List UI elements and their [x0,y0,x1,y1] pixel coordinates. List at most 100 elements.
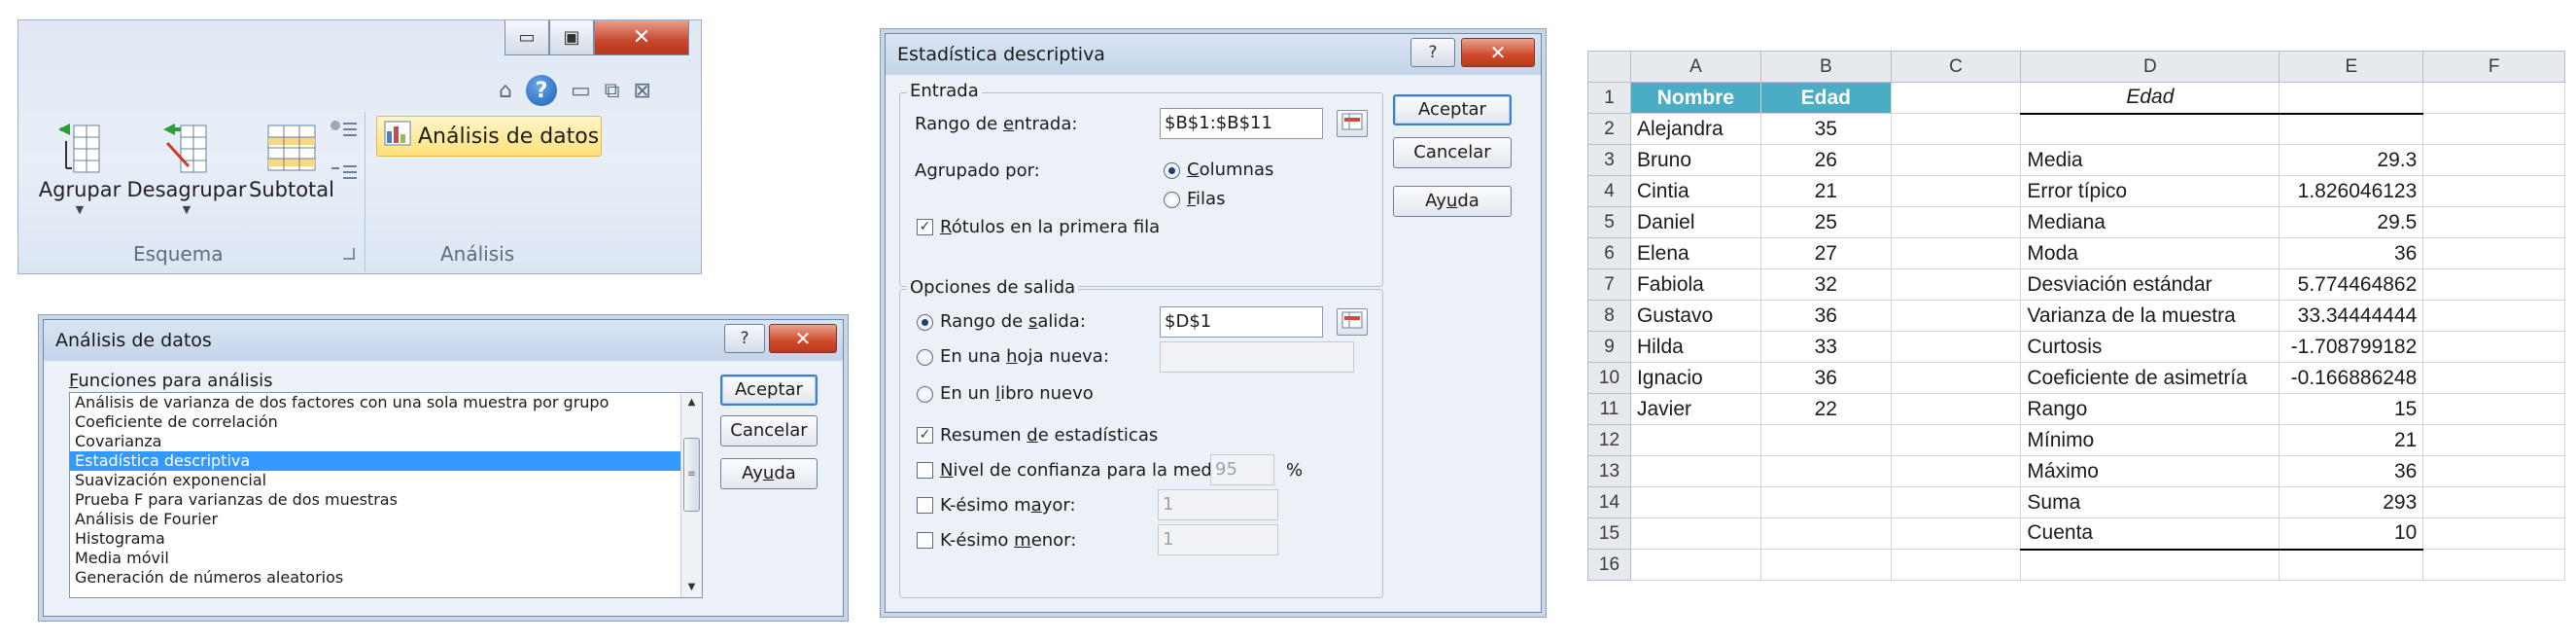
row-header[interactable]: 4 [1587,175,1631,207]
column-header-c[interactable]: C [1890,51,2022,83]
cell-a-name[interactable]: Gustavo [1629,300,1761,332]
rango-salida-radio[interactable] [917,314,933,331]
cell-e-stat-value[interactable]: 15 [2279,393,2424,425]
cell-f[interactable] [2422,300,2565,332]
cell-c[interactable] [1890,393,2022,425]
cell-b-age[interactable] [1759,517,1892,550]
cell-e-stat-value[interactable]: 5.774464862 [2279,268,2424,301]
cell-d-stat-label[interactable] [2020,549,2280,581]
row-header[interactable]: 7 [1587,268,1631,301]
cell-d-stat-label[interactable]: Curtosis [2020,331,2280,363]
cell-f[interactable] [2422,362,2565,394]
aceptar-button[interactable]: Aceptar [720,374,818,406]
cell-e-stat-value[interactable]: 1.826046123 [2279,175,2424,207]
cell-c[interactable] [1890,549,2022,581]
nivel-confianza-checkbox[interactable] [917,462,933,479]
cell-a-name[interactable]: Daniel [1629,206,1761,238]
cell-d-stat-title[interactable]: Edad [2020,82,2280,115]
help-icon[interactable]: ? [525,75,557,106]
rango-salida-input[interactable]: $D$1 [1160,306,1323,338]
row-header[interactable]: 6 [1587,237,1631,269]
minimize-doc-icon[interactable]: ▭ [571,79,591,103]
agrupar-button[interactable]: Agrupar ▼ [26,118,133,216]
cell-c[interactable] [1890,424,2022,456]
cell-b-age[interactable] [1759,486,1892,518]
cell-c[interactable] [1890,517,2022,550]
cell-e-stat-value[interactable]: 10 [2279,517,2424,551]
cell-d-stat-label[interactable]: Error típico [2020,175,2280,207]
cell-f[interactable] [2422,393,2565,425]
show-detail-icon[interactable] [328,118,361,145]
cell-b-age[interactable]: 36 [1759,362,1892,394]
cell-b-age[interactable]: 27 [1759,237,1892,269]
cell-f[interactable] [2422,144,2565,176]
row-header[interactable]: 2 [1587,113,1631,145]
row-header[interactable]: 9 [1587,331,1631,363]
ayuda-button[interactable]: Ayuda [1393,186,1512,217]
list-item[interactable]: Prueba F para varianzas de dos muestras [70,490,702,510]
ayuda-button[interactable]: Ayuda [720,458,818,489]
hoja-nueva-radio[interactable] [917,349,933,366]
restore-button[interactable]: ▣ [549,20,594,55]
hoja-nueva-input[interactable] [1160,341,1354,373]
row-header[interactable]: 3 [1587,144,1631,176]
cell-c[interactable] [1890,268,2022,301]
cell-b-age[interactable] [1759,424,1892,456]
cell-d-stat-label[interactable]: Máximo [2020,455,2280,487]
select-all-corner[interactable] [1587,51,1631,83]
cell-c[interactable] [1890,144,2022,176]
scroll-up-icon[interactable]: ▲ [681,393,702,412]
cell-e-stat-value[interactable] [2279,113,2424,145]
cell-d-stat-label[interactable]: Cuenta [2020,517,2280,551]
column-header-d[interactable]: D [2020,51,2280,83]
close-button[interactable]: ✕ [1461,38,1535,67]
cell-d-stat-label[interactable]: Mínimo [2020,424,2280,456]
row-header[interactable]: 8 [1587,300,1631,332]
cell-e-stat-value[interactable]: 21 [2279,424,2424,456]
k-menor-checkbox[interactable] [917,532,933,549]
cell-c[interactable] [1890,300,2022,332]
k-mayor-checkbox[interactable] [917,497,933,514]
row-header[interactable]: 12 [1587,424,1631,456]
analisis-de-datos-button[interactable]: Análisis de datos [376,116,602,157]
rotulos-checkbox[interactable]: ✓ [917,219,933,235]
cell-c[interactable] [1890,237,2022,269]
cell-d-stat-label[interactable]: Varianza de la muestra [2020,300,2280,332]
desagrupar-button[interactable]: Desagrupar ▼ [123,118,250,216]
cell-f[interactable] [2422,517,2565,550]
cell-a-name[interactable] [1629,424,1761,456]
cell-d-stat-label[interactable]: Suma [2020,486,2280,518]
list-item[interactable]: Covarianza [70,432,702,451]
list-item[interactable]: Coeficiente de correlación [70,412,702,432]
aceptar-button[interactable]: Aceptar [1393,94,1512,125]
cell-e-stat-value[interactable]: 33.34444444 [2279,300,2424,332]
k-menor-input[interactable]: 1 [1158,524,1278,555]
column-header-b[interactable]: B [1759,51,1892,83]
cell-f[interactable] [2422,82,2565,114]
list-item[interactable]: Histograma [70,529,702,549]
cell-e-stat-value[interactable] [2279,549,2424,581]
cell-d-stat-label[interactable]: Desviación estándar [2020,268,2280,301]
close-button[interactable]: ✕ [769,324,837,353]
cell-f[interactable] [2422,113,2565,145]
cell-b-age[interactable]: 25 [1759,206,1892,238]
cell-d-stat-label[interactable]: Media [2020,144,2280,176]
cell-e-stat-value[interactable]: 29.5 [2279,206,2424,238]
cell-f[interactable] [2422,549,2565,581]
cell-c[interactable] [1890,206,2022,238]
cell-e-stat-value[interactable]: 29.3 [2279,144,2424,176]
funciones-list[interactable]: Análisis de varianza de dos factores con… [69,392,703,598]
cancelar-button[interactable]: Cancelar [720,415,818,446]
columnas-radio[interactable] [1164,162,1180,179]
cell-a-name[interactable] [1629,486,1761,518]
minimize-button[interactable]: ▭ [505,20,549,55]
column-header-a[interactable]: A [1629,51,1761,83]
list-scrollbar[interactable]: ▲ ≡ ▼ [680,393,702,597]
cell-e-stat-value[interactable]: 36 [2279,237,2424,269]
cell-e-stat-value[interactable]: -0.166886248 [2279,362,2424,394]
list-item[interactable]: Análisis de Fourier [70,510,702,529]
cancelar-button[interactable]: Cancelar [1393,137,1512,168]
cell-a-name[interactable]: Fabiola [1629,268,1761,301]
cell-c[interactable] [1890,455,2022,487]
cell-e-stat-value[interactable]: 36 [2279,455,2424,487]
